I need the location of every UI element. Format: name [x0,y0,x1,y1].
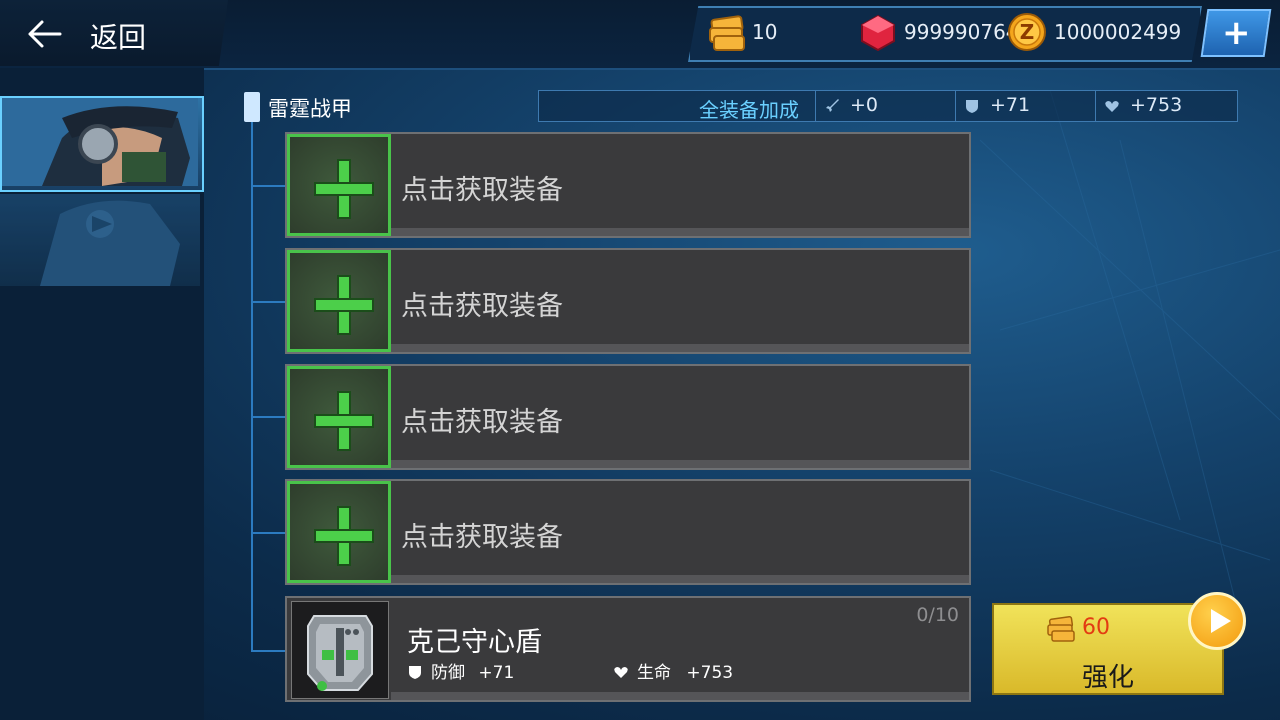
character-portrait-locked [40,200,180,286]
tree-branch [251,416,285,418]
tree-line [251,122,253,652]
top-bar: 返回 10 999990764 Z 1000002499 + [0,0,1280,70]
heart-icon [1105,101,1119,112]
add-equipment-button[interactable] [287,366,391,468]
life-bonus: +753 [1095,91,1236,121]
plus-icon-bar [314,182,374,196]
tree-branch [251,301,285,303]
plus-icon-bar [314,529,374,543]
upgrade-label: 强化 [1081,663,1134,693]
shield-item-art [292,602,388,698]
back-button[interactable]: 返回 [0,0,228,66]
defense-value: +71 [478,663,515,683]
life-value: +753 [686,663,734,683]
svg-text:Z: Z [1020,20,1035,44]
ticket-count: 10 [752,20,778,44]
slot-label: 点击获取装备 [401,291,563,322]
sword-icon [826,99,839,112]
slot-label: 点击获取装备 [401,175,563,206]
plus-icon-bar [314,298,374,312]
header-marker [244,92,260,122]
add-equipment-button[interactable] [287,134,391,236]
heart-icon [614,667,628,678]
add-currency-button[interactable]: + [1200,9,1272,57]
slot-divider [391,228,969,236]
set-title: 雷霆战甲 [268,97,352,121]
shield-icon [409,666,421,679]
ticket-icon [709,15,745,51]
slot-label: 点击获取装备 [401,522,563,553]
tree-branch [251,650,285,652]
coin-count: 1000002499 [1054,20,1182,44]
gem-icon [861,14,895,52]
attack-bonus-value: +0 [850,94,879,116]
equipment-slot-1[interactable]: 点击获取装备 [285,132,971,238]
slot-divider [391,692,969,700]
equipped-item-slot[interactable]: 克己守心盾 0/10 防御 +71 生命 +753 [285,596,971,702]
defense-bonus: +71 [955,91,1096,121]
ticket-icon [1047,616,1075,642]
item-life-stat: 生命 +753 [613,658,733,683]
tree-branch [251,532,285,534]
set-bonus-bar: 全装备加成 +0 +71 +753 [538,90,1238,122]
auto-upgrade-button[interactable] [1188,592,1246,650]
add-equipment-button[interactable] [287,250,391,352]
equipment-set-header: 雷霆战甲 全装备加成 +0 +71 +753 [244,90,1238,122]
gem-count: 999990764 [904,20,1010,44]
character-portrait [2,98,198,186]
equipment-slot-4[interactable]: 点击获取装备 [285,479,971,585]
item-defense-stat: 防御 +71 [407,658,514,683]
slot-divider [391,575,969,583]
add-equipment-button[interactable] [287,481,391,583]
back-label: 返回 [90,21,147,54]
item-count: 0/10 [916,604,959,626]
life-bonus-value: +753 [1130,94,1183,116]
life-label: 生命 [637,663,671,683]
coin-icon: Z [1008,13,1046,51]
shield-icon [966,100,978,113]
upgrade-cost: 60 [1082,615,1110,640]
defense-bonus-value: +71 [990,94,1031,116]
tree-branch [251,185,285,187]
attack-bonus: +0 [815,91,956,121]
character-card[interactable] [0,194,200,286]
bonus-label: 全装备加成 [699,98,799,122]
item-name: 克己守心盾 [407,627,542,658]
slot-divider [391,460,969,468]
play-icon [1211,609,1231,633]
back-arrow-icon [28,20,62,48]
plus-icon-bar [314,414,374,428]
character-card-selected[interactable] [0,96,204,192]
slot-divider [391,344,969,352]
slot-label: 点击获取装备 [401,407,563,438]
shield-item-icon[interactable] [291,601,389,699]
defense-label: 防御 [431,663,465,683]
equipment-slot-3[interactable]: 点击获取装备 [285,364,971,470]
plus-icon: + [1221,13,1251,53]
equipment-slot-2[interactable]: 点击获取装备 [285,248,971,354]
